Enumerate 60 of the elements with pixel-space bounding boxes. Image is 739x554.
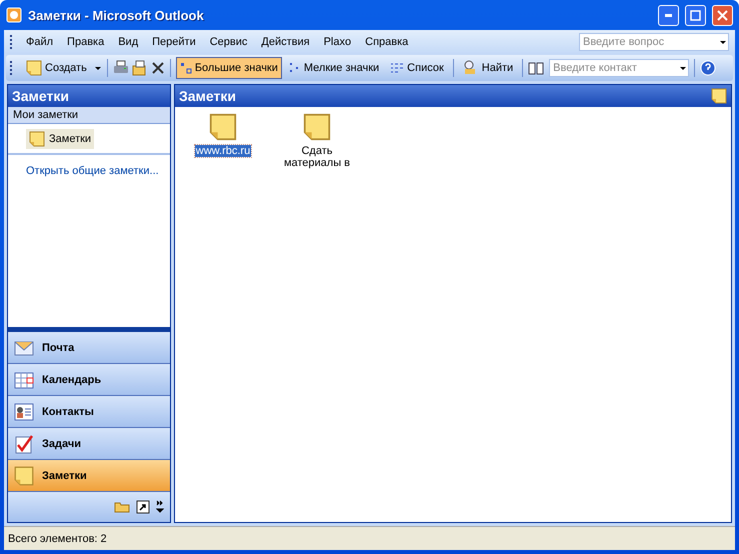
close-icon [717,10,728,20]
menu-item[interactable]: Plaxo [316,34,358,50]
note-icon [209,113,237,141]
view-button[interactable]: Большие значки [176,57,282,79]
nav-button[interactable]: Заметки [8,460,170,492]
maximize-button[interactable] [685,4,706,26]
close-button[interactable] [712,4,733,26]
note-icon [26,60,42,76]
caret-icon [679,64,688,72]
menu-item[interactable]: Перейти [145,34,203,50]
view-button[interactable]: Список [386,57,448,79]
status-text: Всего элементов: 2 [8,532,107,544]
minimize-icon [665,14,672,16]
note-label[interactable]: www.rbc.ru [194,145,252,157]
menu-item[interactable]: Правка [60,34,112,50]
pane-title: Заметки [8,85,170,107]
app-icon [6,7,22,23]
address-book-icon[interactable] [528,61,544,75]
note-label[interactable]: Сдать материалы в [275,145,359,169]
calendar-icon [14,370,34,388]
menu-item[interactable]: Справка [358,34,416,50]
caret-icon [719,38,727,46]
nav-button[interactable]: Контакты [8,396,170,428]
help-icon[interactable] [700,60,716,76]
menu-item[interactable]: Сервис [202,34,254,50]
nav-button[interactable]: Календарь [8,364,170,396]
view-button[interactable]: Мелкие значки [284,57,384,79]
folder-icon[interactable] [114,501,130,513]
note-icon [711,88,727,104]
question-field[interactable]: Введите вопрос [579,33,729,51]
large-icons-icon [180,62,192,74]
small-icons-icon [288,62,301,74]
note-icon [303,113,331,141]
delete-icon[interactable] [150,61,165,75]
note-icon [29,131,45,147]
contact-card-icon [14,402,34,420]
window-title: Заметки - Microsoft Outlook [28,8,205,22]
menu-item[interactable]: Действия [254,34,317,50]
note-icon [14,466,34,486]
folder-move-icon[interactable] [132,60,148,76]
menu-item[interactable]: Файл [19,34,60,50]
find-button[interactable]: Найти [458,57,518,79]
minimize-button[interactable] [658,4,679,26]
contact-field[interactable]: Введите контакт [549,59,690,77]
new-button[interactable]: Создать [22,57,91,79]
pane-title: Заметки [179,88,236,104]
shared-notes-link[interactable]: Открыть общие заметки... [26,165,170,177]
checked-clipboard-icon [14,434,34,454]
envelope-icon [14,338,34,356]
printer-icon[interactable] [112,60,129,76]
shortcut-icon[interactable] [136,500,150,514]
folder-item[interactable]: Заметки [26,129,94,149]
maximize-icon [690,10,701,20]
caret-icon [94,64,102,72]
chevron-icon[interactable] [156,500,164,514]
list-icon [390,62,404,74]
nav-button[interactable]: Почта [8,332,170,364]
nav-button[interactable]: Задачи [8,428,170,460]
section-header: Мои заметки [8,107,170,124]
menu-item[interactable]: Вид [111,34,146,50]
